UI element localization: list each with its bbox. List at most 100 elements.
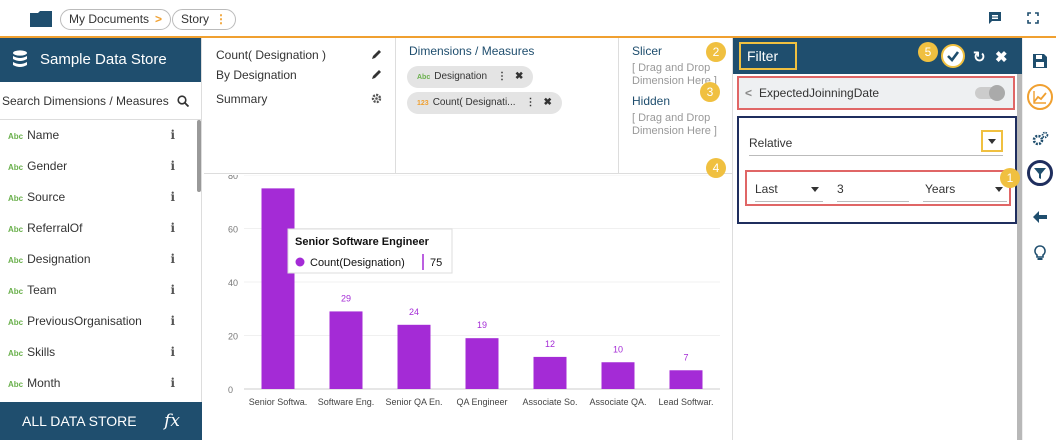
kebab-menu-icon[interactable]: ⋮ bbox=[215, 12, 227, 26]
by-dimension[interactable]: By Designation bbox=[216, 68, 297, 82]
breadcrumb-my-documents[interactable]: My Documents > bbox=[60, 9, 172, 30]
info-icon[interactable]: i bbox=[170, 244, 175, 275]
filter-field-name: ExpectedJoinningDate bbox=[759, 86, 880, 100]
chart-view-button[interactable] bbox=[1027, 84, 1053, 110]
data-label: 19 bbox=[477, 320, 487, 330]
field-item-month[interactable]: Abc Month i bbox=[0, 368, 201, 399]
period-select[interactable]: Last bbox=[755, 178, 823, 202]
folder-icon[interactable] bbox=[30, 11, 52, 27]
count-value: 3 bbox=[837, 182, 844, 196]
arrow-left-icon[interactable] bbox=[1031, 208, 1049, 226]
info-icon[interactable]: i bbox=[170, 182, 175, 213]
x-tick-label: Associate So. bbox=[522, 397, 577, 407]
fullscreen-icon[interactable] bbox=[1026, 11, 1040, 25]
field-item-skills[interactable]: Abc Skills i bbox=[0, 337, 201, 368]
chip-label: Designation bbox=[434, 71, 488, 82]
info-icon[interactable]: i bbox=[170, 275, 175, 306]
field-item-team[interactable]: Abc Team i bbox=[0, 275, 201, 306]
bar[interactable] bbox=[329, 311, 363, 389]
y-tick-label: 20 bbox=[228, 332, 238, 342]
breadcrumb-story[interactable]: Story ⋮ bbox=[172, 9, 237, 30]
filter-mode-select[interactable]: Relative bbox=[749, 130, 1003, 156]
info-icon[interactable]: i bbox=[170, 213, 175, 244]
field-label: PreviousOrganisation bbox=[27, 314, 142, 328]
summary-label[interactable]: Summary bbox=[216, 92, 267, 106]
data-label: 29 bbox=[341, 293, 351, 303]
count-input[interactable]: 3 bbox=[837, 178, 909, 202]
hidden-title: Hidden bbox=[632, 94, 671, 108]
info-icon[interactable]: i bbox=[170, 337, 175, 368]
apply-filter-button[interactable] bbox=[941, 44, 965, 68]
field-item-previousorganisation[interactable]: Abc PreviousOrganisation i bbox=[0, 306, 201, 337]
info-icon[interactable]: i bbox=[170, 306, 175, 337]
filter-toggle[interactable] bbox=[975, 85, 1005, 101]
tooltip-value: 75 bbox=[430, 257, 442, 269]
refresh-icon[interactable]: ↻ bbox=[973, 48, 986, 66]
dimensions-measures-title: Dimensions / Measures bbox=[409, 44, 535, 58]
data-store-title: Sample Data Store bbox=[40, 51, 167, 68]
chevron-left-icon[interactable]: < bbox=[745, 78, 752, 108]
field-item-gender[interactable]: Abc Gender i bbox=[0, 151, 201, 182]
bar[interactable] bbox=[397, 324, 431, 389]
unit-value: Years bbox=[925, 182, 956, 196]
measure-title[interactable]: Count( Designation ) bbox=[216, 48, 326, 62]
filter-field-row[interactable]: < ExpectedJoinningDate bbox=[737, 76, 1015, 110]
formula-icon[interactable]: fx bbox=[164, 402, 180, 440]
bar[interactable] bbox=[669, 370, 703, 389]
filter-mode-dropdown-button[interactable] bbox=[981, 130, 1003, 152]
gear-icon[interactable] bbox=[370, 92, 383, 105]
hidden-drop-zone[interactable]: [ Drag and Drop Dimension Here ] bbox=[632, 112, 732, 138]
bar[interactable] bbox=[261, 188, 295, 389]
measure-chip[interactable]: 123 Count( Designati... ⋮ ✖ bbox=[407, 92, 562, 114]
bar[interactable] bbox=[465, 338, 499, 389]
info-icon[interactable]: i bbox=[170, 368, 175, 399]
field-item-referralof[interactable]: Abc ReferralOf i bbox=[0, 213, 201, 244]
period-value: Last bbox=[755, 182, 778, 196]
text-type-icon: Abc bbox=[8, 256, 24, 265]
settings-icon[interactable] bbox=[1031, 130, 1049, 148]
text-type-icon: Abc bbox=[8, 132, 24, 141]
filter-panel: Filter ↻ ✖ < ExpectedJoinningDate Relati… bbox=[732, 38, 1023, 440]
kebab-menu-icon[interactable]: ⋮ bbox=[526, 97, 536, 108]
filter-button[interactable] bbox=[1027, 160, 1053, 186]
field-item-designation[interactable]: Abc Designation i bbox=[0, 244, 201, 275]
x-tick-label: QA Engineer bbox=[456, 397, 507, 407]
search-icon[interactable] bbox=[177, 95, 189, 107]
x-tick-label: Associate QA. bbox=[589, 397, 646, 407]
bar[interactable] bbox=[601, 362, 635, 389]
text-type-icon: Abc bbox=[8, 318, 24, 327]
edit-icon[interactable] bbox=[371, 68, 383, 80]
x-tick-label: Software Eng. bbox=[318, 397, 375, 407]
dimension-chip[interactable]: Abc Designation ⋮ ✖ bbox=[407, 66, 534, 88]
info-icon[interactable]: i bbox=[170, 120, 175, 151]
save-icon[interactable] bbox=[1031, 52, 1049, 70]
field-item-source[interactable]: Abc Source i bbox=[0, 182, 201, 213]
close-icon[interactable]: ✖ bbox=[995, 48, 1008, 66]
filter-icon bbox=[1034, 168, 1046, 179]
data-store-header: Sample Data Store bbox=[0, 38, 201, 82]
chevron-right-icon: > bbox=[155, 12, 163, 26]
toggle-knob bbox=[989, 85, 1005, 101]
chart-properties: Count( Designation ) By Designation Summ… bbox=[204, 38, 396, 174]
comment-icon[interactable] bbox=[988, 11, 1002, 25]
chart-line-icon bbox=[1033, 91, 1047, 104]
kebab-menu-icon[interactable]: ⋮ bbox=[497, 71, 507, 82]
filter-header: Filter ↻ ✖ bbox=[733, 38, 1023, 74]
unit-select[interactable]: Years bbox=[923, 178, 1007, 202]
search-input[interactable]: Search Dimensions / Measures bbox=[0, 82, 201, 120]
info-icon[interactable]: i bbox=[170, 151, 175, 182]
close-icon[interactable]: ✖ bbox=[515, 71, 523, 82]
field-item-name[interactable]: Abc Name i bbox=[0, 120, 201, 151]
close-icon[interactable]: ✖ bbox=[544, 97, 552, 108]
scrollbar[interactable] bbox=[197, 120, 201, 192]
step-badge-4: 4 bbox=[706, 158, 726, 178]
filter-mode-value: Relative bbox=[749, 136, 793, 150]
all-data-store-button[interactable]: ALL DATA STORE fx bbox=[0, 402, 202, 440]
bar[interactable] bbox=[533, 356, 567, 389]
lightbulb-icon[interactable] bbox=[1031, 244, 1049, 262]
chevron-down-icon bbox=[995, 187, 1003, 192]
text-type-icon: Abc bbox=[8, 194, 24, 203]
search-placeholder: Search Dimensions / Measures bbox=[2, 94, 169, 108]
chevron-down-icon bbox=[988, 139, 996, 144]
edit-icon[interactable] bbox=[371, 48, 383, 60]
